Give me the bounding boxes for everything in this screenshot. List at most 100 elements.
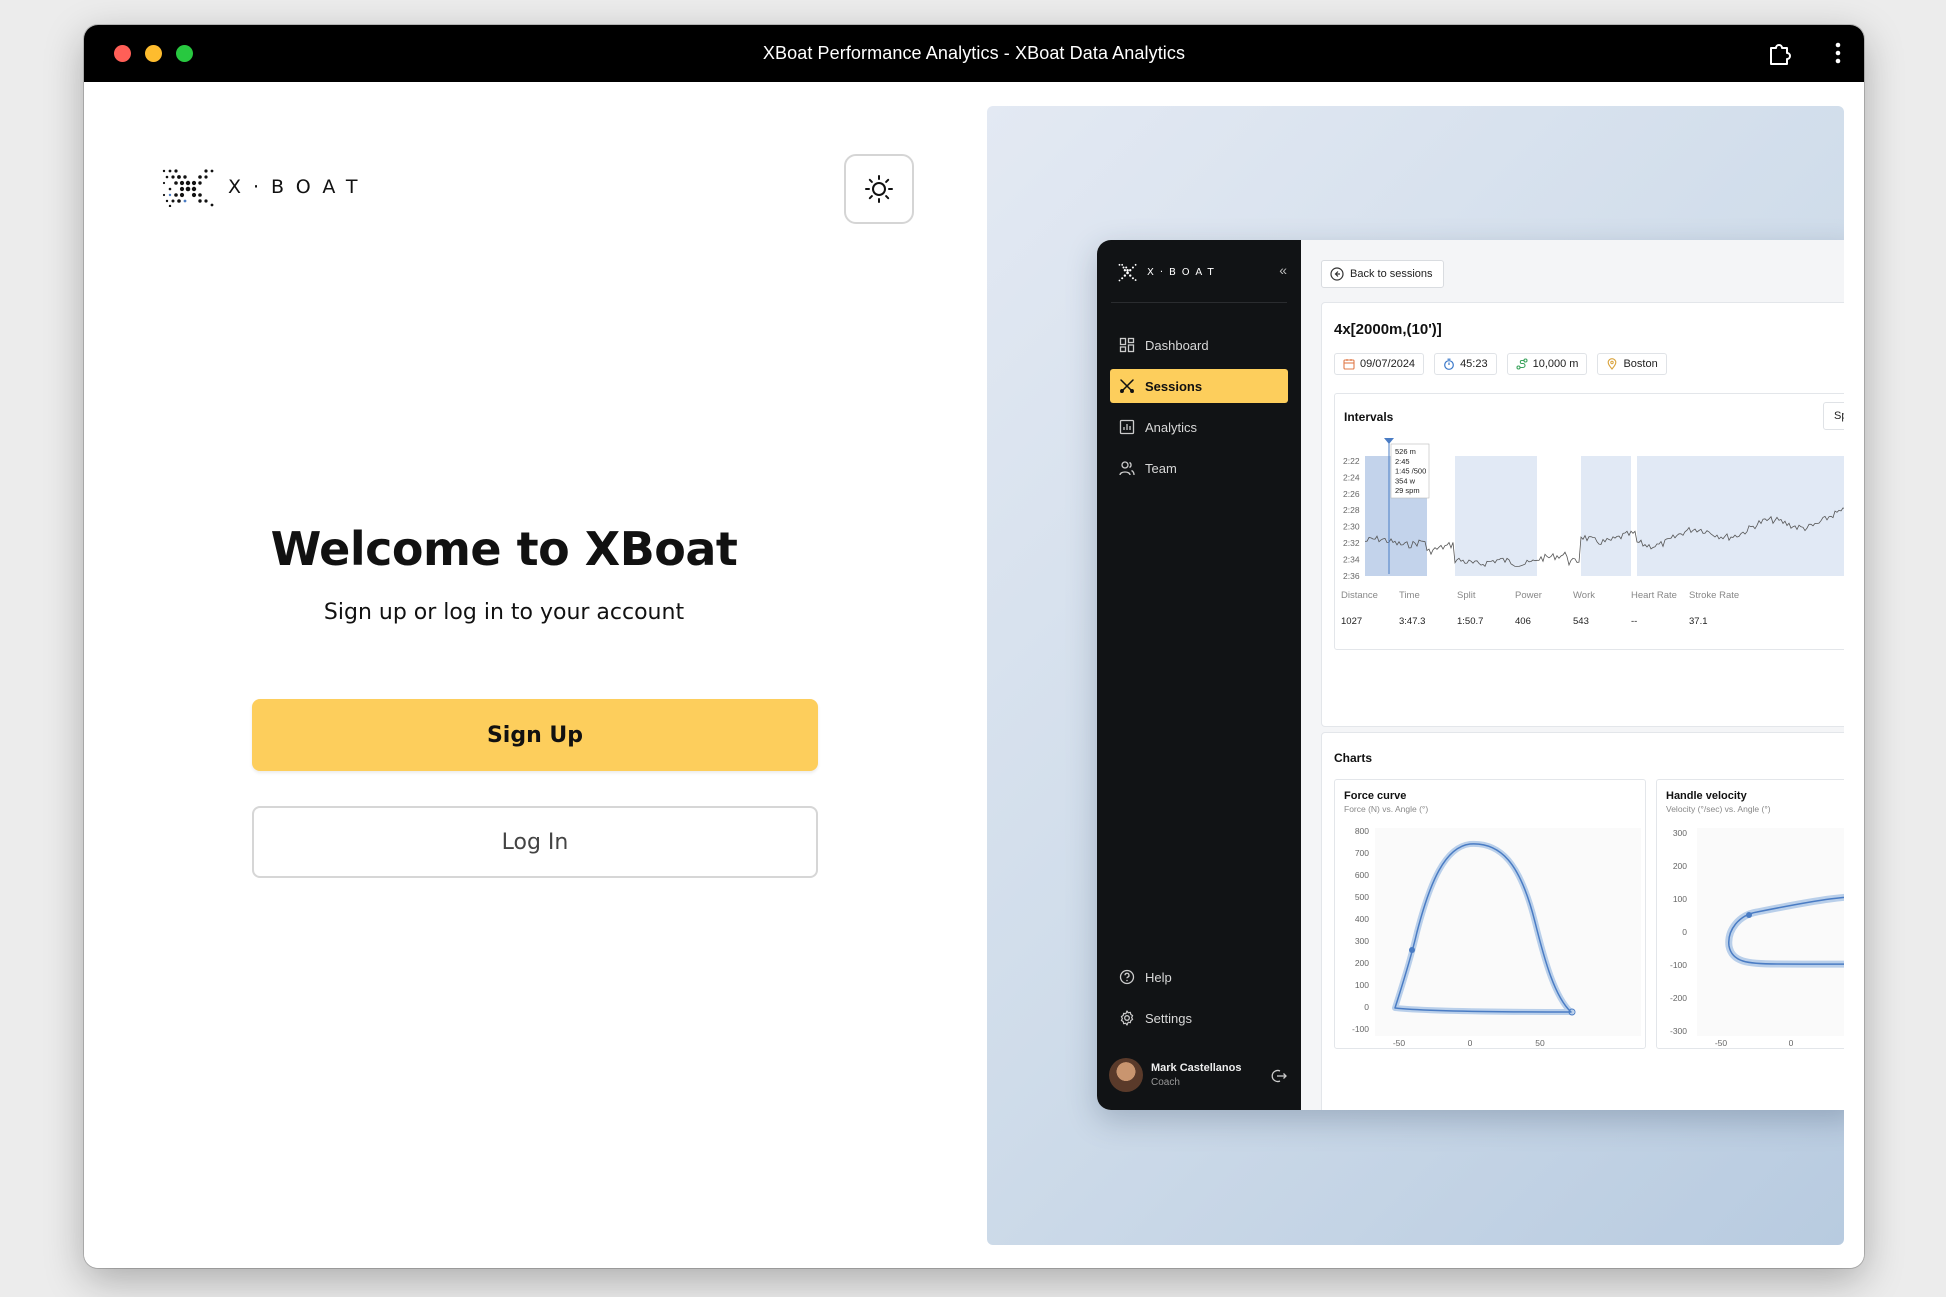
col-split: Split <box>1457 590 1476 601</box>
logout-icon[interactable] <box>1271 1068 1287 1089</box>
force-curve-subtitle: Force (N) vs. Angle (°) <box>1344 804 1429 814</box>
sidebar-divider <box>1111 302 1287 303</box>
col-power: Power <box>1515 590 1542 601</box>
interval-stats-header: Distance Time Split Power Work Heart Rat… <box>1335 590 1844 601</box>
xboat-logo: X·BOAT <box>160 167 370 207</box>
theme-toggle-button[interactable] <box>844 154 914 224</box>
nav-item-settings[interactable]: Settings <box>1110 1001 1288 1035</box>
user-name: Mark Castellanos <box>1151 1062 1242 1074</box>
analytics-icon <box>1119 419 1135 435</box>
preview-sidebar: X·BOAT « Dashboard Sessions Analytics Te… <box>1097 240 1301 1110</box>
cell-distance: 1027 <box>1341 616 1363 627</box>
nav-label-sessions: Sessions <box>1145 378 1203 394</box>
nav-item-help[interactable]: Help <box>1110 960 1288 994</box>
force-x-tick: -50 <box>1393 1038 1406 1048</box>
welcome-subheading: Sign up or log in to your account <box>323 600 685 625</box>
xboat-logo-mark <box>162 169 214 207</box>
stopwatch-icon <box>1444 358 1454 370</box>
user-role: Coach <box>1151 1077 1180 1088</box>
maximize-window-button[interactable] <box>176 45 193 62</box>
log-in-button[interactable]: Log In <box>252 806 818 878</box>
handle-velocity-chart: Handle velocity Velocity (°/sec) vs. Ang… <box>1656 779 1844 1049</box>
preview-nav-bottom: Help Settings <box>1110 960 1288 1042</box>
interval-y-tick: 2:32 <box>1343 538 1360 548</box>
force-y-tick: 500 <box>1355 892 1369 902</box>
sun-icon <box>865 175 893 203</box>
extension-icon[interactable] <box>1766 40 1792 71</box>
interval-y-tick: 2:26 <box>1343 489 1360 499</box>
session-meta: 09/07/2024 45:23 10,000 m Boston <box>1334 353 1667 375</box>
col-time: Time <box>1399 590 1420 601</box>
force-curve-marker <box>1409 947 1415 953</box>
app-preview-screenshot: X·BOAT « Dashboard Sessions Analytics Te… <box>1097 240 1844 1110</box>
metric-select[interactable]: Split <box>1823 402 1844 430</box>
velocity-y-tick: -100 <box>1670 960 1687 970</box>
session-duration: 45:23 <box>1460 358 1488 370</box>
window-controls <box>114 45 193 62</box>
date-chip: 09/07/2024 <box>1334 353 1425 375</box>
force-y-tick: 700 <box>1355 848 1369 858</box>
location-chip: Boston <box>1597 353 1667 375</box>
back-to-sessions-button[interactable]: Back to sessions <box>1321 260 1444 288</box>
force-y-tick: 300 <box>1355 936 1369 946</box>
velocity-x-tick: -50 <box>1715 1038 1728 1048</box>
col-distance: Distance <box>1341 590 1378 601</box>
force-x-tick: 0 <box>1468 1038 1473 1048</box>
title-bar: XBoat Performance Analytics - XBoat Data… <box>84 25 1864 82</box>
route-icon <box>1516 358 1528 370</box>
nav-item-dashboard[interactable]: Dashboard <box>1110 328 1288 362</box>
preview-logo-wordmark: X·BOAT <box>1147 266 1220 278</box>
tooltip-line: 2:45 <box>1395 457 1410 466</box>
login-screen: X·BOAT Welcome to XBoat Sign up or log i… <box>84 82 1864 1268</box>
calendar-icon <box>1343 359 1355 370</box>
interval-y-tick: 2:24 <box>1343 472 1360 482</box>
dashboard-icon <box>1119 337 1135 353</box>
nav-item-analytics[interactable]: Analytics <box>1110 410 1288 444</box>
nav-item-team[interactable]: Team <box>1110 451 1288 485</box>
cell-time: 3:47.3 <box>1399 616 1426 627</box>
col-work: Work <box>1573 590 1595 601</box>
intervals-card: Intervals Split 2:22 2:24 2:26 2:28 2:30 2:32… <box>1334 393 1844 650</box>
velocity-y-tick: -300 <box>1670 1026 1687 1036</box>
velocity-y-tick: 100 <box>1673 894 1687 904</box>
nav-item-sessions[interactable]: Sessions <box>1110 369 1288 403</box>
handle-velocity-title: Handle velocity <box>1666 790 1747 802</box>
collapse-sidebar-icon[interactable]: « <box>1279 262 1287 278</box>
window-title: XBoat Performance Analytics - XBoat Data… <box>762 43 1186 63</box>
interval-y-tick: 2:28 <box>1343 505 1360 515</box>
session-distance: 10,000 m <box>1532 358 1579 370</box>
session-title: 4x[2000m,(10')] <box>1334 321 1442 338</box>
velocity-plot-area <box>1697 828 1844 1036</box>
tooltip-line: 526 m <box>1395 447 1416 456</box>
more-options-icon[interactable] <box>1834 41 1842 70</box>
user-profile[interactable]: Mark Castellanos Coach <box>1109 1058 1287 1092</box>
minimize-window-button[interactable] <box>145 45 162 62</box>
interval-y-tick: 2:30 <box>1343 522 1360 532</box>
preview-logo: X·BOAT <box>1115 262 1220 282</box>
close-window-button[interactable] <box>114 45 131 62</box>
velocity-y-tick: 0 <box>1682 927 1687 937</box>
sign-up-button[interactable]: Sign Up <box>252 699 818 771</box>
app-window: XBoat Performance Analytics - XBoat Data… <box>84 25 1864 1268</box>
charts-card: Charts Force curve Force (N) vs. Angle (… <box>1321 732 1844 1110</box>
nav-label-settings: Settings <box>1145 1010 1192 1026</box>
team-icon <box>1119 461 1135 476</box>
session-card: 4x[2000m,(10')] 09/07/2024 45:23 10,000 … <box>1321 302 1844 727</box>
welcome-block: Welcome to XBoat Sign up or log in to yo… <box>224 522 784 625</box>
session-date: 09/07/2024 <box>1360 358 1416 370</box>
cell-power: 406 <box>1515 616 1531 627</box>
velocity-curve-marker <box>1746 912 1752 918</box>
logo-wordmark: X·BOAT <box>228 176 370 198</box>
interval-band <box>1637 456 1844 576</box>
intervals-title: Intervals <box>1344 410 1394 424</box>
force-y-tick: -100 <box>1352 1024 1369 1034</box>
cell-work: 543 <box>1573 616 1589 627</box>
tooltip-line: 29 spm <box>1395 486 1420 495</box>
session-location: Boston <box>1623 358 1658 370</box>
tooltip-line: 354 w <box>1395 476 1416 485</box>
preview-main: Back to sessions 4x[2000m,(10')] 09/07/2… <box>1301 240 1844 1110</box>
force-y-tick: 200 <box>1355 958 1369 968</box>
force-y-tick: 100 <box>1355 980 1369 990</box>
nav-label-dashboard: Dashboard <box>1145 337 1209 353</box>
tooltip-line: 1:45 /500 <box>1395 467 1426 476</box>
